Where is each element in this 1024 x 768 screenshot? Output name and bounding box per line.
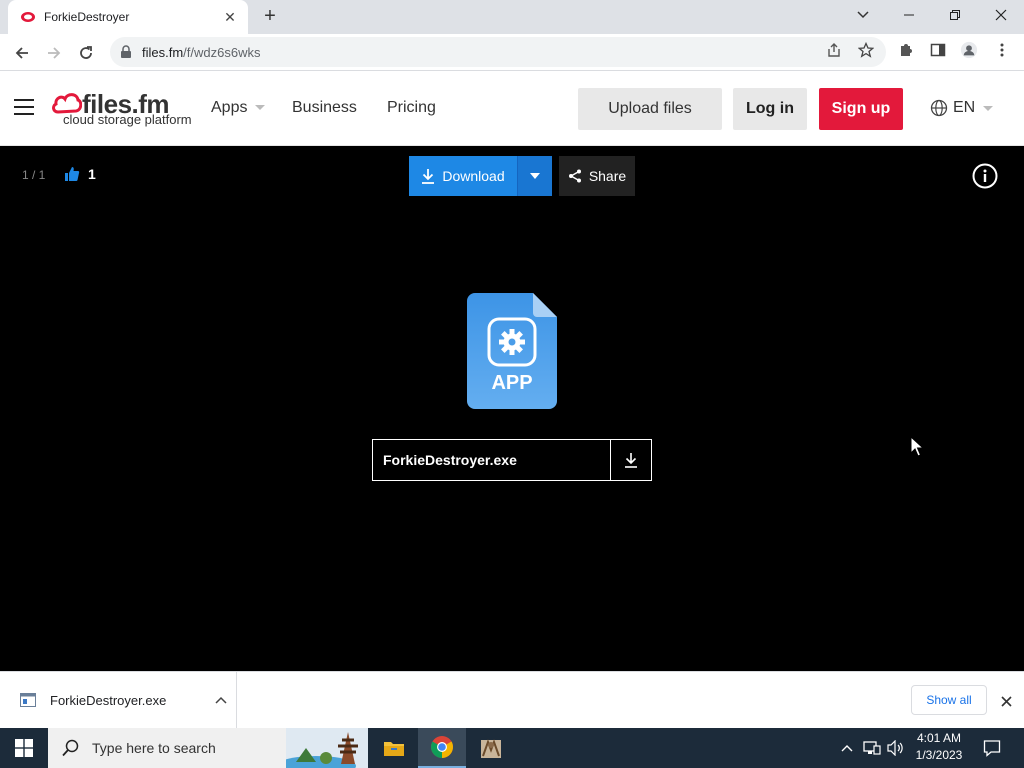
taskbar-clock[interactable]: 4:01 AM 1/3/2023 bbox=[906, 730, 972, 766]
download-item-options-chevron-icon[interactable] bbox=[206, 696, 236, 704]
show-all-downloads-button[interactable]: Show all bbox=[911, 685, 987, 715]
taskbar-search-box[interactable]: Type here to search bbox=[48, 728, 368, 768]
download-button-group: Download bbox=[409, 156, 552, 196]
network-icon[interactable] bbox=[861, 728, 883, 768]
app-file-icon: APP bbox=[467, 293, 557, 409]
close-window-button[interactable] bbox=[978, 0, 1024, 30]
download-item[interactable]: ForkieDestroyer.exe bbox=[0, 672, 237, 728]
nav-business[interactable]: Business bbox=[292, 99, 357, 117]
share-icon bbox=[568, 169, 581, 183]
download-shelf: ForkieDestroyer.exe Show all bbox=[0, 671, 1024, 728]
like-count: 1 bbox=[88, 166, 96, 182]
new-tab-button[interactable]: + bbox=[258, 5, 282, 29]
gear-icon bbox=[499, 329, 525, 355]
language-selector[interactable]: EN bbox=[930, 99, 994, 117]
apps-caret-icon bbox=[255, 105, 266, 111]
download-label: Download bbox=[442, 168, 505, 184]
download-icon bbox=[625, 453, 637, 468]
file-type-label: APP bbox=[491, 372, 533, 394]
tray-overflow-chevron-icon[interactable] bbox=[838, 728, 856, 768]
close-shelf-icon[interactable] bbox=[996, 691, 1016, 711]
exe-file-icon bbox=[20, 693, 36, 707]
windows-start-icon[interactable] bbox=[0, 728, 48, 768]
download-item-name: ForkieDestroyer.exe bbox=[50, 692, 167, 708]
kebab-menu-icon[interactable] bbox=[993, 41, 1011, 59]
files-fm-favicon-icon bbox=[21, 12, 35, 22]
cloud-logo-icon bbox=[52, 93, 82, 114]
hamburger-menu-icon[interactable] bbox=[14, 99, 34, 117]
address-bar[interactable]: files.fm/f/wdz6s6wks bbox=[110, 37, 886, 67]
share-button[interactable]: Share bbox=[559, 156, 635, 196]
nav-apps-label: Apps bbox=[211, 99, 248, 116]
url-host: files.fm bbox=[142, 44, 184, 60]
lock-icon bbox=[121, 45, 131, 58]
volume-icon[interactable] bbox=[884, 728, 906, 768]
reload-icon[interactable] bbox=[73, 40, 99, 66]
file-explorer-icon[interactable] bbox=[370, 728, 418, 768]
share-label: Share bbox=[588, 168, 627, 184]
back-icon[interactable] bbox=[9, 40, 35, 66]
url-text: files.fm/f/wdz6s6wks bbox=[142, 45, 260, 60]
download-button[interactable]: Download bbox=[409, 156, 517, 196]
url-path: /f/wdz6s6wks bbox=[183, 44, 261, 60]
upload-files-button[interactable]: Upload files bbox=[578, 88, 722, 130]
caret-down-icon bbox=[530, 173, 540, 179]
file-entry: ForkieDestroyer.exe bbox=[372, 439, 652, 481]
extensions-icon[interactable] bbox=[897, 41, 915, 59]
browser-tab-strip: ForkieDestroyer ✕ + bbox=[0, 0, 1024, 34]
browser-toolbar: files.fm/f/wdz6s6wks bbox=[0, 34, 1024, 71]
language-label: EN bbox=[953, 99, 976, 116]
tab-close-icon[interactable]: ✕ bbox=[222, 9, 238, 25]
tab-search-chevron-icon[interactable] bbox=[840, 0, 886, 30]
search-icon bbox=[62, 739, 79, 757]
files-fm-logo[interactable]: files.fm cloud storage platform bbox=[52, 89, 192, 131]
file-name: ForkieDestroyer.exe bbox=[383, 452, 517, 468]
mouse-cursor-icon bbox=[910, 436, 924, 457]
globe-icon bbox=[930, 99, 948, 117]
restore-button[interactable] bbox=[932, 0, 978, 30]
like-button[interactable]: 1 bbox=[64, 166, 96, 182]
profile-icon[interactable] bbox=[960, 41, 978, 59]
clock-date: 1/3/2023 bbox=[915, 748, 963, 762]
sign-up-button[interactable]: Sign up bbox=[819, 88, 903, 130]
app-taskbar-icon[interactable] bbox=[467, 728, 515, 768]
bookmark-star-icon[interactable] bbox=[857, 41, 875, 59]
site-header: files.fm cloud storage platform Apps Bus… bbox=[0, 71, 1024, 146]
share-page-icon[interactable] bbox=[825, 41, 843, 59]
logo-tagline: cloud storage platform bbox=[63, 112, 192, 127]
clock-time: 4:01 AM bbox=[916, 731, 962, 745]
info-icon[interactable] bbox=[972, 163, 998, 189]
search-highlight-image bbox=[286, 728, 368, 768]
minimize-button[interactable] bbox=[886, 0, 932, 30]
download-options-dropdown[interactable] bbox=[517, 156, 552, 196]
file-viewer: 1 / 1 1 Download Share APP ForkieDestroy… bbox=[0, 146, 1024, 671]
chrome-icon[interactable] bbox=[418, 728, 466, 768]
search-placeholder: Type here to search bbox=[92, 740, 216, 756]
windows-taskbar: Type here to search 4:01 AM 1/3/2023 bbox=[0, 728, 1024, 768]
file-counter: 1 / 1 bbox=[22, 168, 46, 182]
browser-tab-active[interactable]: ForkieDestroyer ✕ bbox=[8, 0, 248, 34]
language-caret-icon bbox=[983, 105, 994, 111]
log-in-button[interactable]: Log in bbox=[733, 88, 807, 130]
forward-icon[interactable] bbox=[41, 40, 67, 66]
download-icon bbox=[422, 169, 435, 184]
notification-icon[interactable] bbox=[978, 728, 1006, 768]
thumbs-up-icon bbox=[65, 167, 80, 181]
nav-pricing[interactable]: Pricing bbox=[387, 99, 436, 117]
tab-title: ForkieDestroyer bbox=[44, 10, 130, 24]
side-panel-icon[interactable] bbox=[929, 41, 947, 59]
file-download-button[interactable] bbox=[610, 440, 651, 480]
nav-apps[interactable]: Apps bbox=[211, 99, 266, 117]
